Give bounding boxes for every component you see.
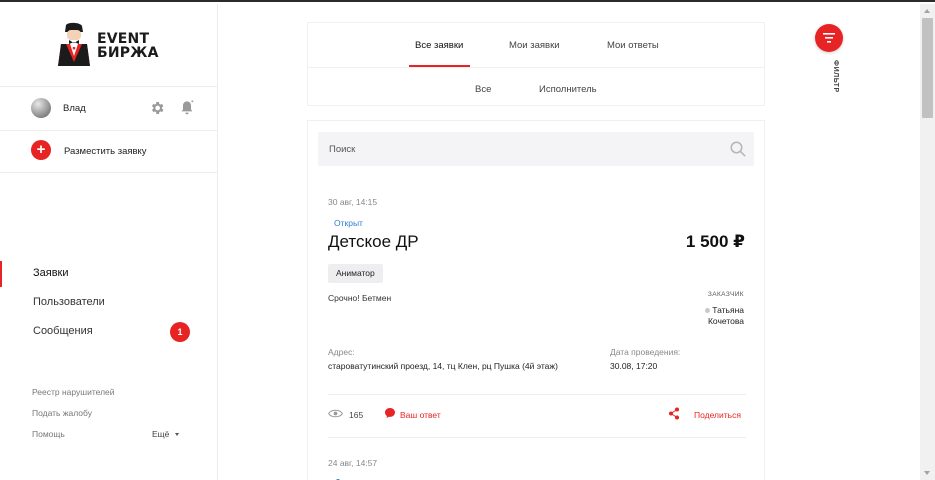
sidebar-item-label: Пользователи [33, 296, 105, 308]
event-date-label: Дата проведения: [610, 347, 681, 357]
scrollbar-thumb[interactable] [922, 18, 933, 118]
bell-icon[interactable] [179, 99, 195, 117]
sidebar-item-messages[interactable]: Сообщения 1 [0, 319, 218, 345]
customer-name[interactable]: Татьяна Кочетова [684, 305, 744, 327]
scroll-up-icon[interactable] [924, 9, 930, 13]
online-status-icon [705, 308, 711, 314]
tab-all-orders[interactable]: Все заявки [415, 40, 463, 51]
address-label: Адрес: [328, 347, 355, 357]
share-icon[interactable] [668, 407, 680, 420]
filter-button[interactable] [815, 24, 843, 52]
subtab-performer[interactable]: Исполнитель [539, 84, 597, 95]
search-icon[interactable] [729, 140, 747, 158]
sidebar-item-label: Заявки [33, 267, 69, 279]
tabs-divider [308, 67, 764, 68]
category-tag[interactable]: Аниматор [328, 264, 383, 283]
order-date: 30 авг, 14:15 [328, 197, 378, 207]
complaint-link[interactable]: Подать жалобу [32, 408, 92, 418]
chat-icon [385, 408, 395, 418]
address-value: староватутинский проезд, 14, тц Клен, рц… [328, 361, 558, 371]
gear-icon[interactable] [149, 100, 165, 116]
your-answer-link[interactable]: Ваш ответ [400, 410, 441, 420]
card-divider [328, 437, 746, 438]
avatar[interactable] [31, 98, 51, 118]
sidebar-divider [0, 172, 218, 173]
unread-badge: 1 [170, 322, 190, 342]
customer-label: ЗАКАЗЧИК [707, 291, 744, 298]
sidebar-item-label: Сообщения [33, 325, 93, 337]
subtab-all[interactable]: Все [475, 84, 491, 95]
logo-mascot-icon [58, 22, 90, 66]
post-order-label: Разместить заявку [64, 146, 147, 157]
filter-icon [823, 33, 835, 43]
caret-down-icon [175, 433, 179, 436]
logo[interactable]: EVENT БИРЖА [56, 22, 166, 70]
order-title[interactable]: Детское ДР [328, 232, 419, 252]
sidebar-item-users[interactable]: Пользователи [0, 290, 218, 316]
status-badge: Открыт [334, 218, 363, 228]
views-count: 165 [349, 410, 364, 420]
logo-text: EVENT БИРЖА [97, 31, 159, 61]
help-link[interactable]: Помощь [32, 429, 65, 439]
share-button[interactable]: Поделиться [694, 410, 741, 420]
user-name[interactable]: Влад [63, 103, 86, 114]
eye-icon [328, 409, 343, 418]
search-input[interactable] [318, 132, 754, 166]
tabs-card: Все заявки Мои заявки Мои ответы Все Исп… [307, 22, 765, 106]
sidebar: EVENT БИРЖА Влад + Разместить заявку Зая… [0, 4, 218, 480]
order-date: 24 авг, 14:57 [328, 458, 378, 468]
tab-my-orders[interactable]: Мои заявки [509, 40, 560, 51]
filter-label[interactable]: ФИЛЬТР [832, 60, 839, 93]
event-date-value: 30.08, 17:20 [610, 361, 658, 371]
sidebar-item-orders[interactable]: Заявки [0, 261, 218, 287]
scrollbar[interactable] [920, 4, 935, 480]
user-row: Влад [0, 86, 218, 130]
violators-registry-link[interactable]: Реестр нарушителей [32, 387, 115, 397]
post-order-button[interactable]: + Разместить заявку [0, 130, 218, 172]
plus-icon: + [31, 140, 51, 160]
scroll-down-icon[interactable] [924, 471, 930, 475]
tab-my-answers[interactable]: Мои ответы [607, 40, 659, 51]
order-price: 1 500 ₽ [685, 232, 745, 251]
card-divider [328, 394, 746, 395]
orders-list: 30 авг, 14:15 Открыт Детское ДР 1 500 ₽ … [307, 120, 765, 480]
order-description: Срочно! Бетмен [328, 293, 392, 303]
more-dropdown[interactable]: Ещё [152, 429, 169, 439]
